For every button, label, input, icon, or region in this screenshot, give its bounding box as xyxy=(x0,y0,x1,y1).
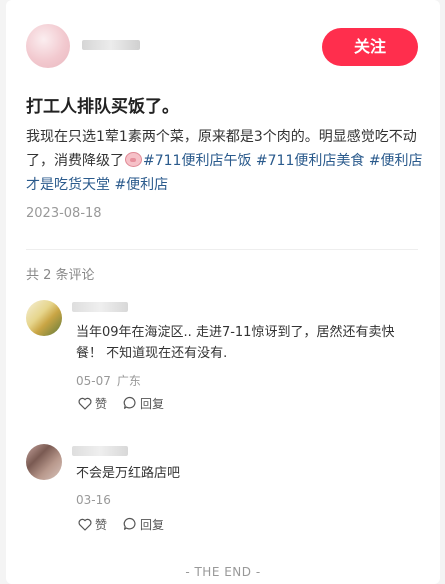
reply-button[interactable]: 回复 xyxy=(123,395,164,412)
comment-meta: 03-16 xyxy=(76,493,117,507)
like-button[interactable]: 赞 xyxy=(78,516,107,533)
post-card: 关注 打工人排队买饭了。 我现在只选1荤1素两个菜，原来都是3个肉的。明显感觉吃… xyxy=(6,0,440,584)
commenter-avatar[interactable] xyxy=(26,300,62,336)
reply-label: 回复 xyxy=(140,517,165,532)
commenter-avatar[interactable] xyxy=(26,444,62,480)
comment-meta: 05-07 广东 xyxy=(76,372,147,389)
post-title: 打工人排队买饭了。 xyxy=(26,97,179,117)
post-body: 我现在只选1荤1素两个菜，原来都是3个肉的。明显感觉吃不动了，消费降级了 #711… xyxy=(26,125,426,197)
post-date: 2023-08-18 xyxy=(26,206,102,221)
like-button[interactable]: 赞 xyxy=(78,395,107,412)
comment-text: 不会是万红路店吧 xyxy=(76,466,181,481)
like-label: 赞 xyxy=(95,517,108,532)
comment-location: 广东 xyxy=(116,374,141,388)
follow-button[interactable]: 关注 xyxy=(322,28,418,66)
heart-icon xyxy=(78,397,92,410)
reply-button[interactable]: 回复 xyxy=(123,516,164,533)
author-avatar[interactable] xyxy=(26,24,70,68)
pig-emoji-icon xyxy=(125,152,142,167)
comment-text: 当年09年在海淀区.. 走进7-11惊讶到了，居然还有卖快餐！ 不知道现在还有没… xyxy=(76,325,395,361)
hashtag-link[interactable]: #711便利店午饭 xyxy=(143,153,251,169)
reply-label: 回复 xyxy=(140,396,165,411)
heart-icon xyxy=(78,518,92,531)
comment-actions: 赞 回复 xyxy=(78,515,180,533)
comment-bubble-icon xyxy=(123,517,136,530)
divider xyxy=(26,249,418,250)
comment-date: 03-16 xyxy=(76,493,111,507)
end-marker: - THE END - xyxy=(185,565,261,579)
author-name-blurred[interactable] xyxy=(82,40,140,50)
comments-count: 共 2 条评论 xyxy=(26,268,95,283)
commenter-name-blurred[interactable] xyxy=(72,302,128,312)
hashtag-link[interactable]: #711便利店美食 xyxy=(256,153,364,169)
post-header: 关注 xyxy=(6,0,440,90)
like-label: 赞 xyxy=(95,396,108,411)
comment-date: 05-07 xyxy=(76,374,111,388)
commenter-name-blurred[interactable] xyxy=(72,446,128,456)
hashtag-link[interactable]: #便利店 xyxy=(114,177,168,193)
comment-bubble-icon xyxy=(123,396,136,409)
comment-actions: 赞 回复 xyxy=(78,394,180,412)
